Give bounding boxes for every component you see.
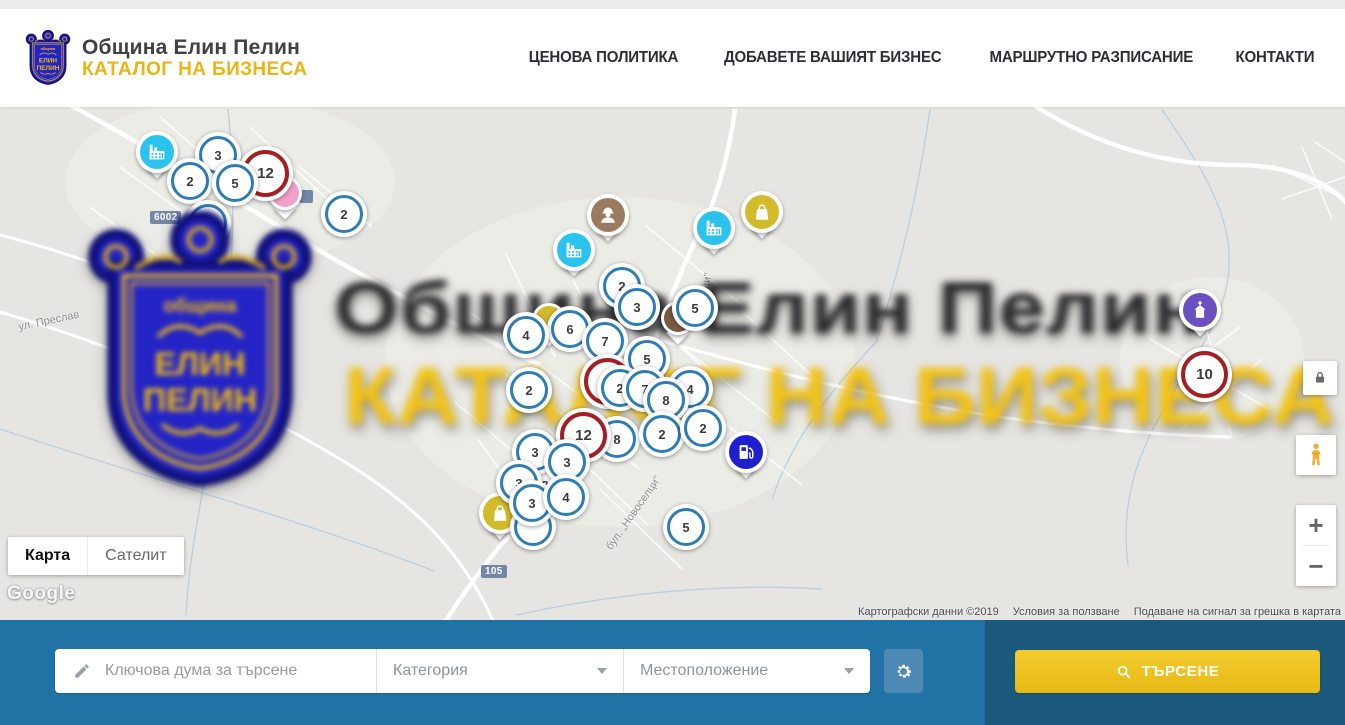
map-cluster-marker[interactable]: 4 bbox=[543, 474, 589, 520]
category-select[interactable]: Категория bbox=[376, 649, 623, 693]
search-icon bbox=[1116, 664, 1132, 680]
search-panel: Категория Местоположение ТЪРСЕНЕ bbox=[0, 620, 1345, 725]
pencil-icon bbox=[73, 662, 91, 680]
church-icon bbox=[1183, 293, 1217, 327]
cluster-count: 10 bbox=[1196, 366, 1213, 383]
cluster-count: 7 bbox=[601, 334, 608, 349]
lock-icon bbox=[1312, 370, 1328, 386]
map-cluster-marker[interactable]: 2 bbox=[680, 405, 726, 451]
bag-icon bbox=[745, 195, 779, 229]
search-input-group: Категория Местоположение bbox=[55, 649, 870, 693]
chevron-down-icon bbox=[597, 668, 607, 674]
map-canvas[interactable]: ул. Преславбул. „Новоселци"ци" 6002105 О… bbox=[0, 107, 1345, 620]
map-type-map-button[interactable]: Карта bbox=[8, 537, 87, 575]
attribution-terms-link[interactable]: Условия за ползване bbox=[1013, 606, 1120, 618]
attribution-report-link[interactable]: Подаване на сигнал за грешка в картата bbox=[1134, 606, 1341, 618]
cluster-count: 8 bbox=[662, 393, 669, 408]
attribution-copyright: Картографски данни ©2019 bbox=[858, 606, 999, 618]
municipality-emblem-icon bbox=[25, 30, 71, 87]
brand-subtitle: КАТАЛОГ НА БИЗНЕСА bbox=[82, 59, 307, 80]
street-view-pegman-button[interactable] bbox=[1296, 435, 1336, 475]
factory-icon bbox=[697, 211, 731, 245]
cluster-count: 8 bbox=[613, 432, 620, 447]
cluster-count: 3 bbox=[531, 445, 538, 460]
site-header: Община Елин Пелин КАТАЛОГ НА БИЗНЕСА ЦЕН… bbox=[0, 9, 1345, 107]
map-cluster-marker[interactable]: 3 bbox=[614, 284, 660, 330]
page-top-strip bbox=[0, 0, 1345, 9]
map-cluster-marker[interactable]: 5 bbox=[672, 285, 718, 331]
cluster-count: 3 bbox=[563, 455, 570, 470]
cluster-count: 2 bbox=[525, 383, 532, 398]
cluster-count: 3 bbox=[528, 496, 535, 511]
nav-item-pricing[interactable]: ЦЕНОВА ПОЛИТИКА bbox=[529, 49, 678, 67]
brand-title: Община Елин Пелин bbox=[82, 36, 307, 60]
cluster-count: 2 bbox=[186, 174, 193, 189]
nav-item-add-business[interactable]: ДОБАВЕТЕ ВАШИЯТ БИЗНЕС bbox=[724, 49, 942, 67]
map-type-satellite-button[interactable]: Сателит bbox=[87, 537, 183, 575]
factory-icon bbox=[557, 233, 591, 267]
cluster-count: 2 bbox=[340, 207, 347, 222]
cluster-count: 5 bbox=[682, 520, 689, 535]
category-select-value: Категория bbox=[393, 662, 468, 680]
nav-item-contacts[interactable]: КОНТАКТИ bbox=[1236, 49, 1315, 67]
map-cluster-marker[interactable]: 5 bbox=[663, 504, 709, 550]
cluster-count: 2 bbox=[699, 421, 706, 436]
cluster-count: 2 bbox=[658, 427, 665, 442]
cluster-count: 4 bbox=[522, 328, 529, 343]
map-cluster-marker[interactable]: 2 bbox=[639, 411, 685, 457]
cluster-count: 6 bbox=[566, 322, 573, 337]
keyword-search-input[interactable] bbox=[103, 661, 376, 681]
main-nav: ЦЕНОВА ПОЛИТИКА ДОБАВЕТЕ ВАШИЯТ БИЗНЕС М… bbox=[524, 49, 1317, 67]
pegman-icon bbox=[1305, 442, 1327, 468]
google-logo[interactable]: Google bbox=[7, 583, 75, 605]
map-cluster-marker[interactable]: 4 bbox=[503, 312, 549, 358]
search-button-label: ТЪРСЕНЕ bbox=[1142, 663, 1220, 680]
worker-icon bbox=[591, 198, 625, 232]
cluster-count: 3 bbox=[214, 148, 221, 163]
cluster-count: 12 bbox=[257, 165, 274, 182]
map-cluster-marker[interactable]: 2 bbox=[167, 158, 213, 204]
chevron-down-icon bbox=[844, 668, 854, 674]
cluster-count: 3 bbox=[633, 300, 640, 315]
map-cluster-marker[interactable]: 2 bbox=[506, 367, 552, 413]
cluster-count: 5 bbox=[691, 301, 698, 316]
gear-icon bbox=[893, 661, 914, 682]
map-cluster-marker[interactable]: 2 bbox=[321, 191, 367, 237]
zoom-out-button[interactable]: − bbox=[1296, 546, 1336, 586]
search-submit-section: ТЪРСЕНЕ bbox=[985, 620, 1345, 725]
search-submit-button[interactable]: ТЪРСЕНЕ bbox=[1015, 650, 1320, 693]
search-fields-section: Категория Местоположение bbox=[0, 620, 985, 725]
map-cluster-marker[interactable]: 10 bbox=[1177, 347, 1232, 402]
location-select-value: Местоположение bbox=[640, 662, 768, 680]
location-select[interactable]: Местоположение bbox=[623, 649, 870, 693]
keyword-segment bbox=[55, 649, 376, 693]
cluster-count: 4 bbox=[562, 490, 569, 505]
zoom-in-button[interactable]: + bbox=[1296, 505, 1336, 545]
map-attribution: Картографски данни ©2019 Условия за полз… bbox=[858, 606, 1341, 618]
fullscreen-lock-button[interactable] bbox=[1303, 361, 1337, 395]
map-markers-layer: 32125223564752274888122233334510 bbox=[0, 107, 1345, 620]
advanced-settings-button[interactable] bbox=[884, 649, 923, 693]
map-cluster-marker[interactable] bbox=[185, 200, 231, 246]
zoom-control: + − bbox=[1296, 505, 1336, 586]
map-cluster-marker[interactable]: 5 bbox=[212, 160, 258, 206]
nav-item-schedule[interactable]: МАРШРУТНО РАЗПИСАНИЕ bbox=[989, 49, 1193, 67]
factory-icon bbox=[140, 135, 174, 169]
cluster-count: 5 bbox=[231, 176, 238, 191]
cluster-count: 5 bbox=[643, 352, 650, 367]
map-type-control: Карта Сателит bbox=[8, 537, 184, 575]
fuel-icon bbox=[729, 435, 763, 469]
site-logo[interactable]: Община Елин Пелин КАТАЛОГ НА БИЗНЕСА bbox=[25, 30, 307, 87]
